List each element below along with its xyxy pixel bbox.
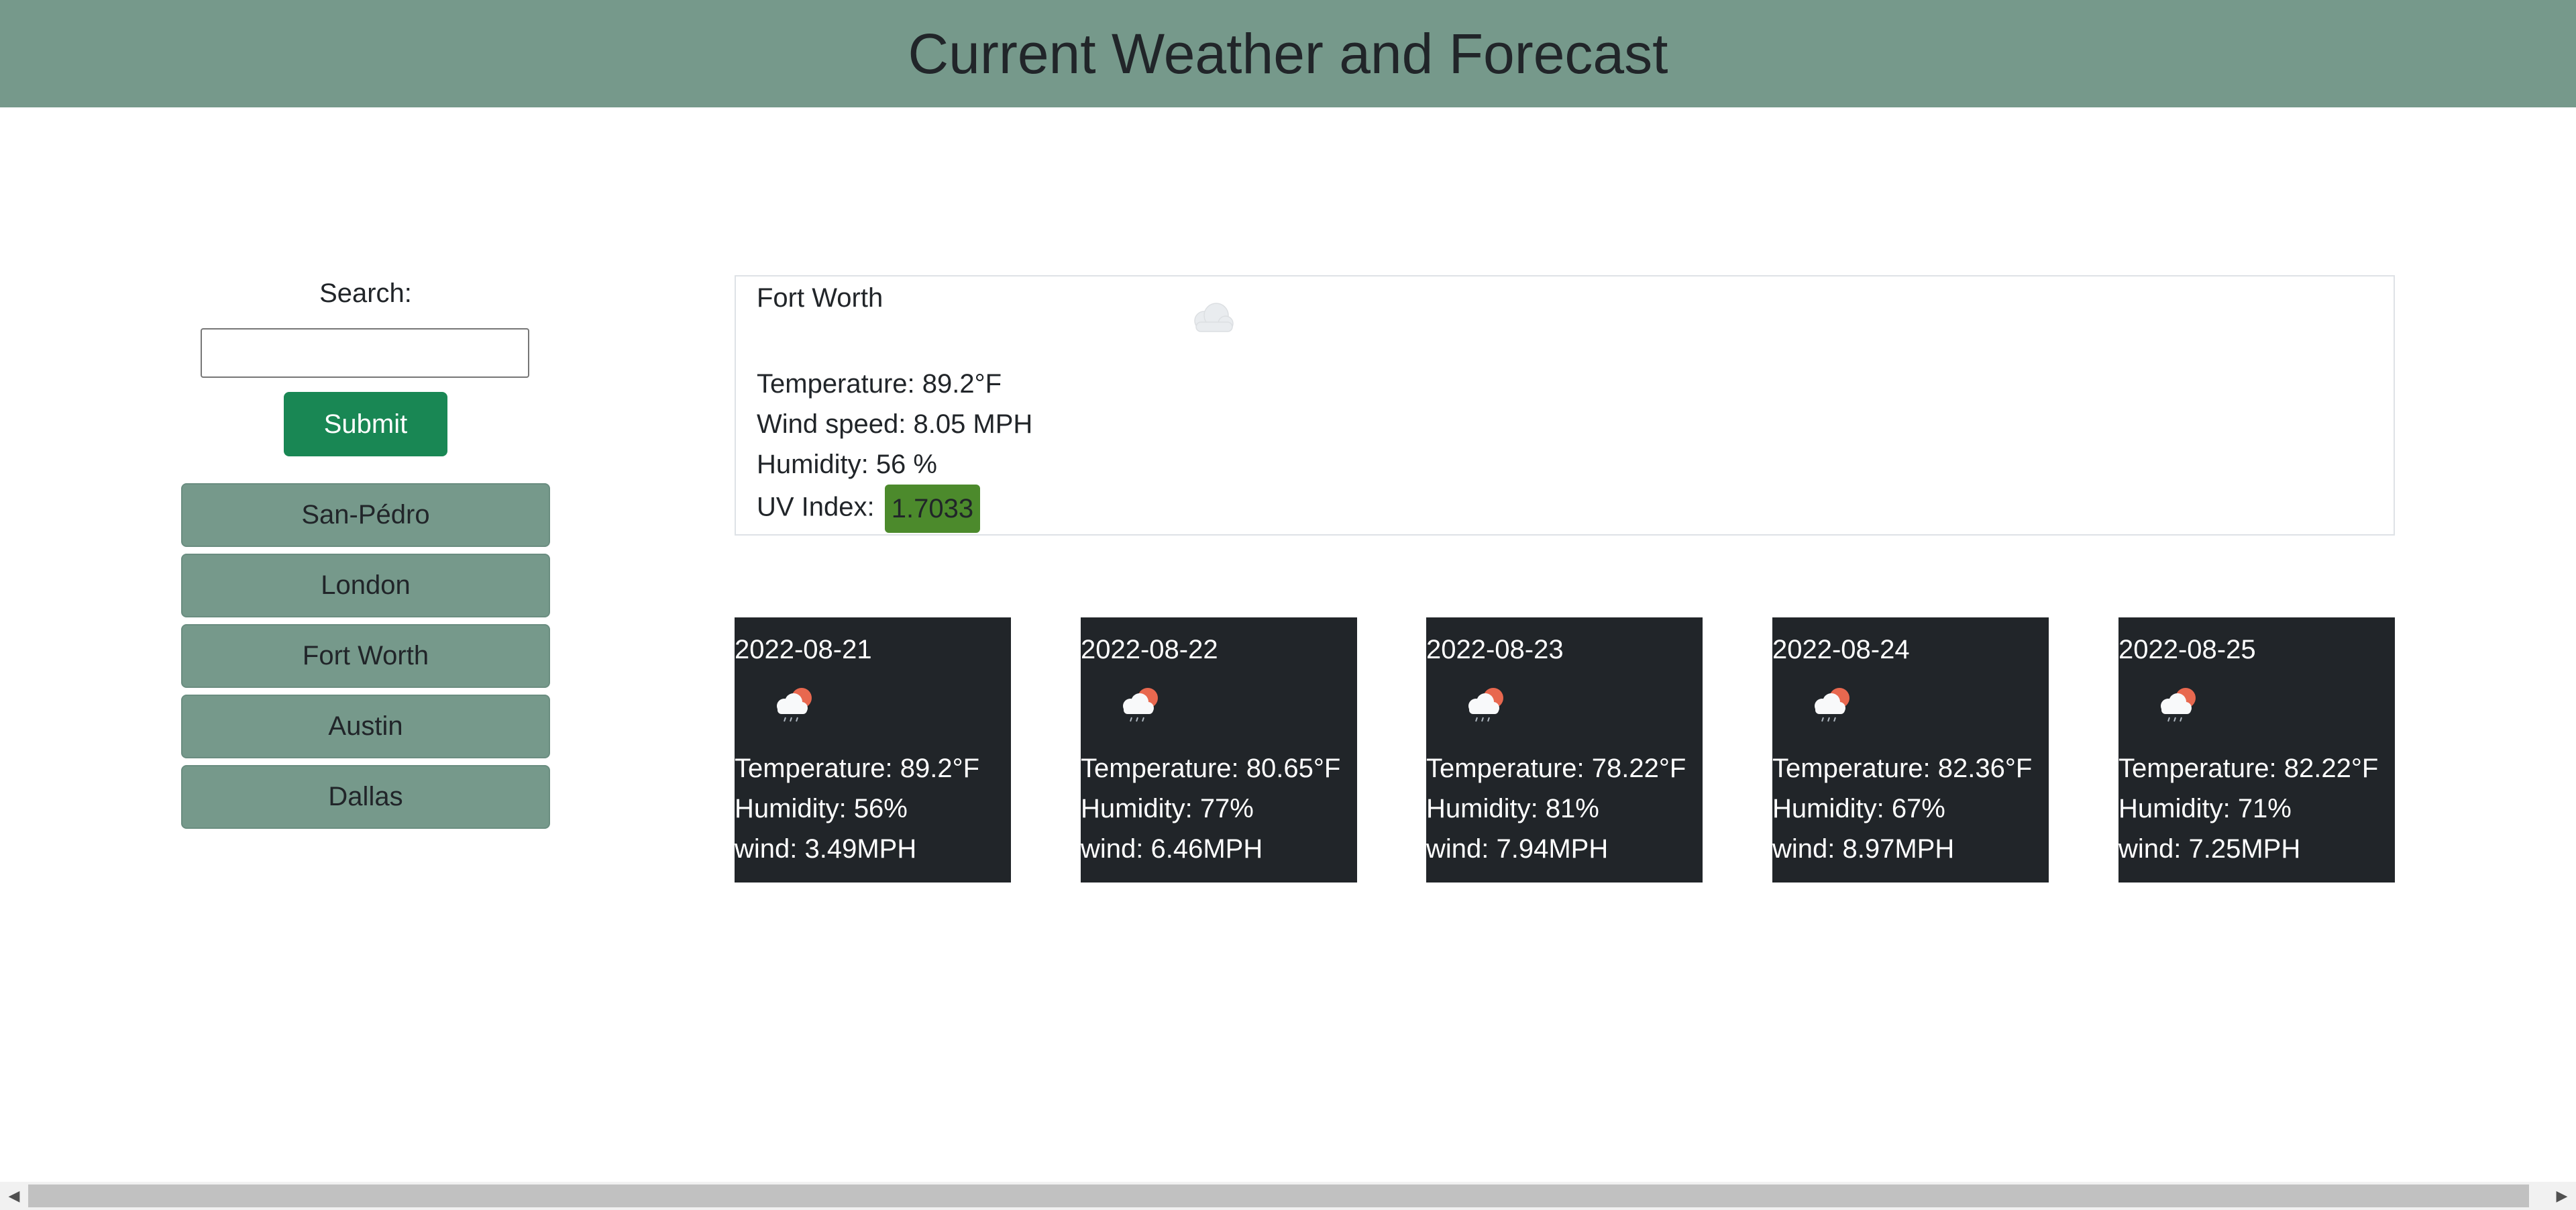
scroll-right-arrow-icon[interactable]: ▶: [2548, 1182, 2576, 1210]
forecast-humidity: Humidity: 67%: [1772, 794, 1945, 823]
forecast-card: 2022-08-22 Temperature: 80.65°F Humidity…: [1081, 617, 1357, 883]
forecast-details: Temperature: 80.65°F Humidity: 77% wind:…: [1081, 748, 1340, 869]
forecast-temperature: Temperature: 78.22°F: [1426, 754, 1686, 783]
forecast-date: 2022-08-25: [2118, 635, 2256, 664]
forecast-date: 2022-08-24: [1772, 635, 1910, 664]
history-button-san-pedro[interactable]: San-Pédro: [181, 483, 550, 547]
forecast-wind: wind: 7.94MPH: [1426, 834, 1609, 864]
forecast-row: 2022-08-21 Temperature: 89.2°F Humidity:…: [735, 617, 2395, 883]
submit-button[interactable]: Submit: [284, 392, 447, 456]
forecast-wind: wind: 7.25MPH: [2118, 834, 2301, 864]
forecast-date: 2022-08-21: [735, 635, 872, 664]
forecast-card: 2022-08-23 Temperature: 78.22°F Humidity…: [1426, 617, 1703, 883]
forecast-humidity: Humidity: 71%: [2118, 794, 2292, 823]
forecast-temperature: Temperature: 80.65°F: [1081, 754, 1341, 783]
page-title: Current Weather and Forecast: [908, 21, 1668, 85]
uv-label: UV Index:: [757, 492, 875, 522]
forecast-details: Temperature: 89.2°F Humidity: 56% wind: …: [735, 748, 979, 869]
forecast-humidity: Humidity: 56%: [735, 794, 908, 823]
forecast-card: 2022-08-21 Temperature: 89.2°F Humidity:…: [735, 617, 1011, 883]
forecast-wind: wind: 3.49MPH: [735, 834, 917, 864]
current-city: Fort Worth: [757, 283, 883, 313]
cloud-icon: [1185, 299, 1239, 340]
horizontal-scrollbar[interactable]: ◀ ▶: [0, 1182, 2576, 1210]
current-temperature: Temperature: 89.2°F: [757, 369, 1002, 399]
history-button-dallas[interactable]: Dallas: [181, 765, 550, 829]
forecast-humidity: Humidity: 81%: [1426, 794, 1599, 823]
current-wind: Wind speed: 8.05 MPH: [757, 409, 1033, 439]
forecast-temperature: Temperature: 82.36°F: [1772, 754, 2033, 783]
forecast-temperature: Temperature: 82.22°F: [2118, 754, 2379, 783]
history-button-london[interactable]: London: [181, 554, 550, 617]
forecast-details: Temperature: 82.36°F Humidity: 67% wind:…: [1772, 748, 2032, 869]
forecast-details: Temperature: 78.22°F Humidity: 81% wind:…: [1426, 748, 1686, 869]
page-header: Current Weather and Forecast: [0, 0, 2576, 107]
current-uv-row: UV Index: 1.7033: [757, 485, 1032, 533]
forecast-humidity: Humidity: 77%: [1081, 794, 1254, 823]
search-input[interactable]: [201, 328, 529, 378]
uv-index-badge: 1.7033: [884, 485, 981, 533]
scroll-left-arrow-icon[interactable]: ◀: [0, 1182, 28, 1210]
search-label: Search:: [319, 279, 412, 308]
forecast-wind: wind: 8.97MPH: [1772, 834, 1955, 864]
forecast-details: Temperature: 82.22°F Humidity: 71% wind:…: [2118, 748, 2378, 869]
cloud-sun-rain-icon: [769, 685, 820, 733]
cloud-sun-rain-icon: [1116, 685, 1167, 733]
forecast-card: 2022-08-24 Temperature: 82.36°F Humidity…: [1772, 617, 2049, 883]
scrollbar-thumb[interactable]: [28, 1184, 2529, 1207]
history-button-austin[interactable]: Austin: [181, 695, 550, 758]
forecast-card: 2022-08-25 Temperature: 82.22°F Humidity…: [2118, 617, 2395, 883]
search-history: San-Pédro London Fort Worth Austin Dalla…: [181, 483, 550, 829]
cloud-sun-rain-icon: [1807, 685, 1858, 733]
cloud-sun-rain-icon: [1461, 685, 1512, 733]
forecast-wind: wind: 6.46MPH: [1081, 834, 1263, 864]
forecast-date: 2022-08-22: [1081, 635, 1218, 664]
current-humidity: Humidity: 56 %: [757, 450, 937, 479]
history-button-fort-worth[interactable]: Fort Worth: [181, 624, 550, 688]
current-weather-card: Fort Worth Temperature: 89.2°F Wind spee…: [735, 275, 2395, 536]
forecast-date: 2022-08-23: [1426, 635, 1564, 664]
forecast-temperature: Temperature: 89.2°F: [735, 754, 980, 783]
current-details: Temperature: 89.2°F Wind speed: 8.05 MPH…: [757, 364, 1032, 533]
cloud-sun-rain-icon: [2153, 685, 2204, 733]
